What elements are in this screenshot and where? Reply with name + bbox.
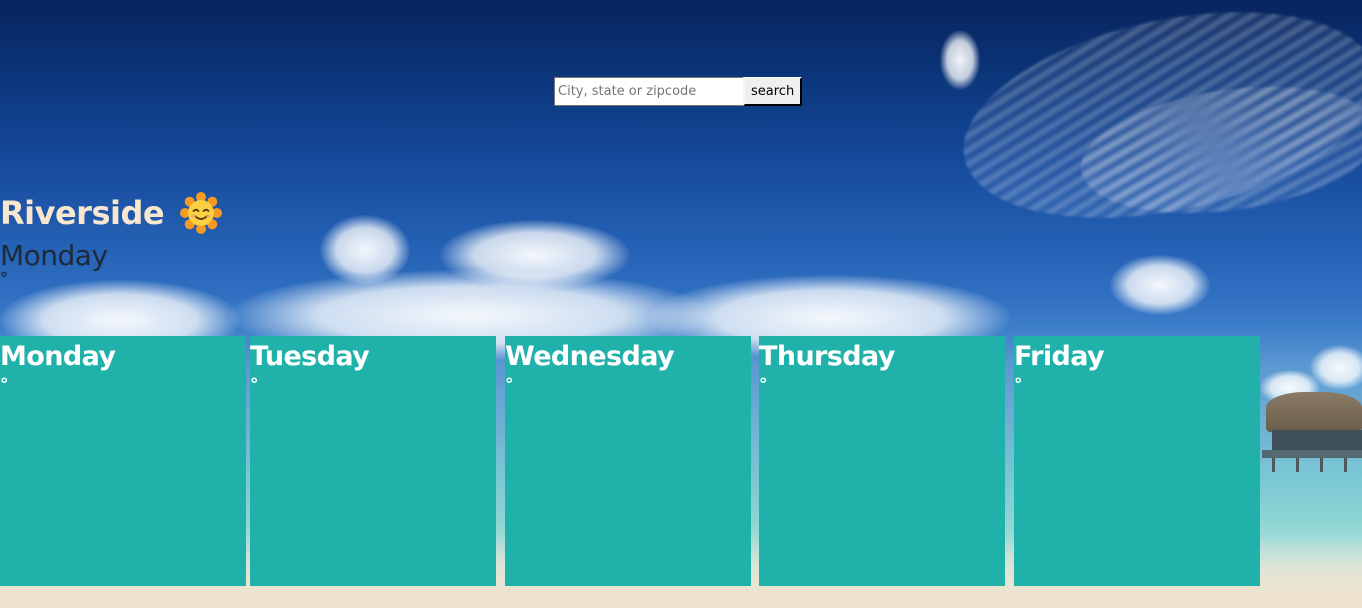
search-bar: search <box>554 77 803 106</box>
forecast-temperature: ° <box>505 375 514 395</box>
forecast-day: Thursday <box>759 341 895 372</box>
forecast-card-monday: Monday ° <box>0 336 246 586</box>
city-name: Riverside <box>0 194 165 232</box>
forecast-temperature: ° <box>759 375 768 395</box>
forecast-row: Monday ° Tuesday ° Wednesday ° Thursday … <box>0 336 1264 586</box>
forecast-day: Monday <box>0 341 116 372</box>
search-button[interactable]: search <box>743 77 803 106</box>
forecast-temperature: ° <box>0 375 9 395</box>
forecast-day: Wednesday <box>505 341 675 372</box>
current-weather: Riverside Monday ° <box>0 190 223 288</box>
search-input[interactable] <box>554 77 743 106</box>
forecast-card-thursday: Thursday ° <box>759 336 1005 586</box>
forecast-card-tuesday: Tuesday ° <box>250 336 496 586</box>
forecast-day: Friday <box>1014 341 1105 372</box>
forecast-temperature: ° <box>1014 375 1023 395</box>
forecast-temperature: ° <box>250 375 259 395</box>
forecast-day: Tuesday <box>250 341 370 372</box>
forecast-card-wednesday: Wednesday ° <box>505 336 751 586</box>
forecast-card-friday: Friday ° <box>1014 336 1260 586</box>
smiling-sun-icon <box>180 192 223 234</box>
current-day: Monday <box>0 239 108 272</box>
